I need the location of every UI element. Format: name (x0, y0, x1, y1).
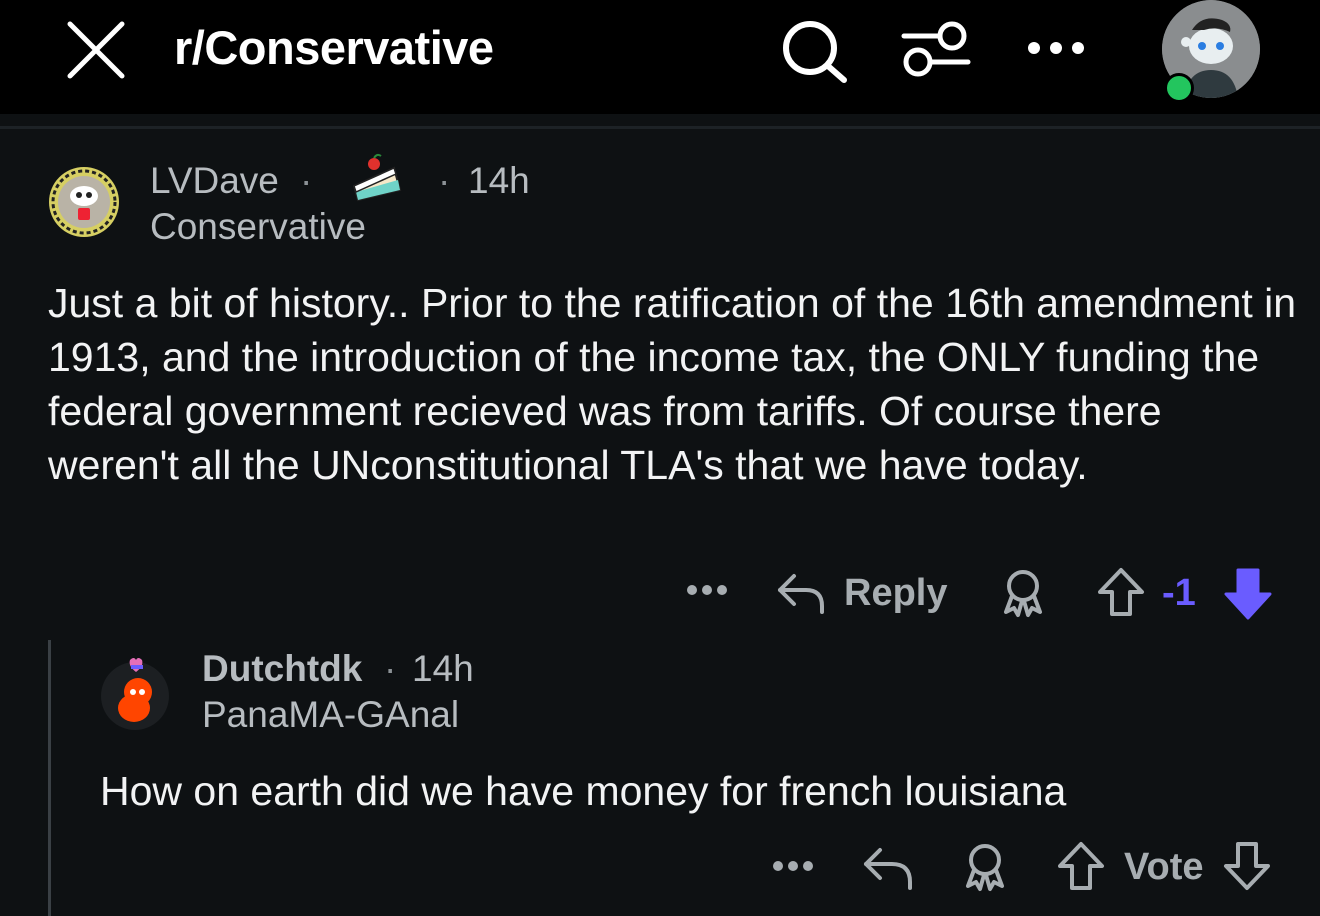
comment-timestamp: 14h (412, 648, 474, 689)
comment-author[interactable]: Dutchtdk (202, 648, 362, 690)
separator-dot: · (384, 648, 397, 689)
comment-body: How on earth did we have money for frenc… (100, 768, 1067, 814)
upvote-icon[interactable] (1056, 840, 1106, 892)
upvote-icon[interactable] (1096, 566, 1146, 618)
user-flair: PanaMA-GAnal (202, 694, 460, 735)
subreddit-title[interactable]: r/Conservative (174, 20, 494, 75)
comment-body: Just a bit of history.. Prior to the rat… (48, 280, 1297, 488)
separator-dot: · (438, 160, 451, 201)
close-icon[interactable] (64, 18, 128, 82)
comment-actions: Reply -1 (0, 560, 1320, 630)
comment-actions: Vote (0, 834, 1320, 904)
search-icon[interactable] (780, 18, 850, 84)
downvote-icon[interactable] (1222, 566, 1274, 620)
reply-icon[interactable] (862, 844, 914, 892)
user-avatar-lvdave[interactable] (48, 166, 120, 238)
filter-icon[interactable] (900, 18, 972, 78)
downvote-icon[interactable] (1222, 840, 1272, 892)
online-indicator (1164, 73, 1194, 103)
more-options-icon[interactable] (1026, 36, 1086, 60)
top-bar: r/Conservative (0, 0, 1320, 114)
award-icon[interactable] (998, 568, 1048, 618)
award-icon[interactable] (960, 842, 1010, 892)
comment-timestamp: 14h (468, 160, 530, 201)
user-avatar-dutchtdk[interactable] (98, 656, 172, 730)
user-flair: Conservative (150, 206, 366, 247)
divider (0, 126, 1320, 129)
comment-author[interactable]: LVDave (150, 160, 279, 202)
more-icon[interactable] (686, 582, 728, 598)
reply-button[interactable]: Reply (844, 572, 947, 615)
vote-score: -1 (1162, 572, 1196, 614)
vote-label: Vote (1124, 846, 1204, 888)
more-icon[interactable] (772, 858, 814, 874)
cake-day-icon (352, 153, 402, 202)
reply-icon[interactable] (776, 570, 826, 616)
separator-dot: · (300, 160, 313, 201)
